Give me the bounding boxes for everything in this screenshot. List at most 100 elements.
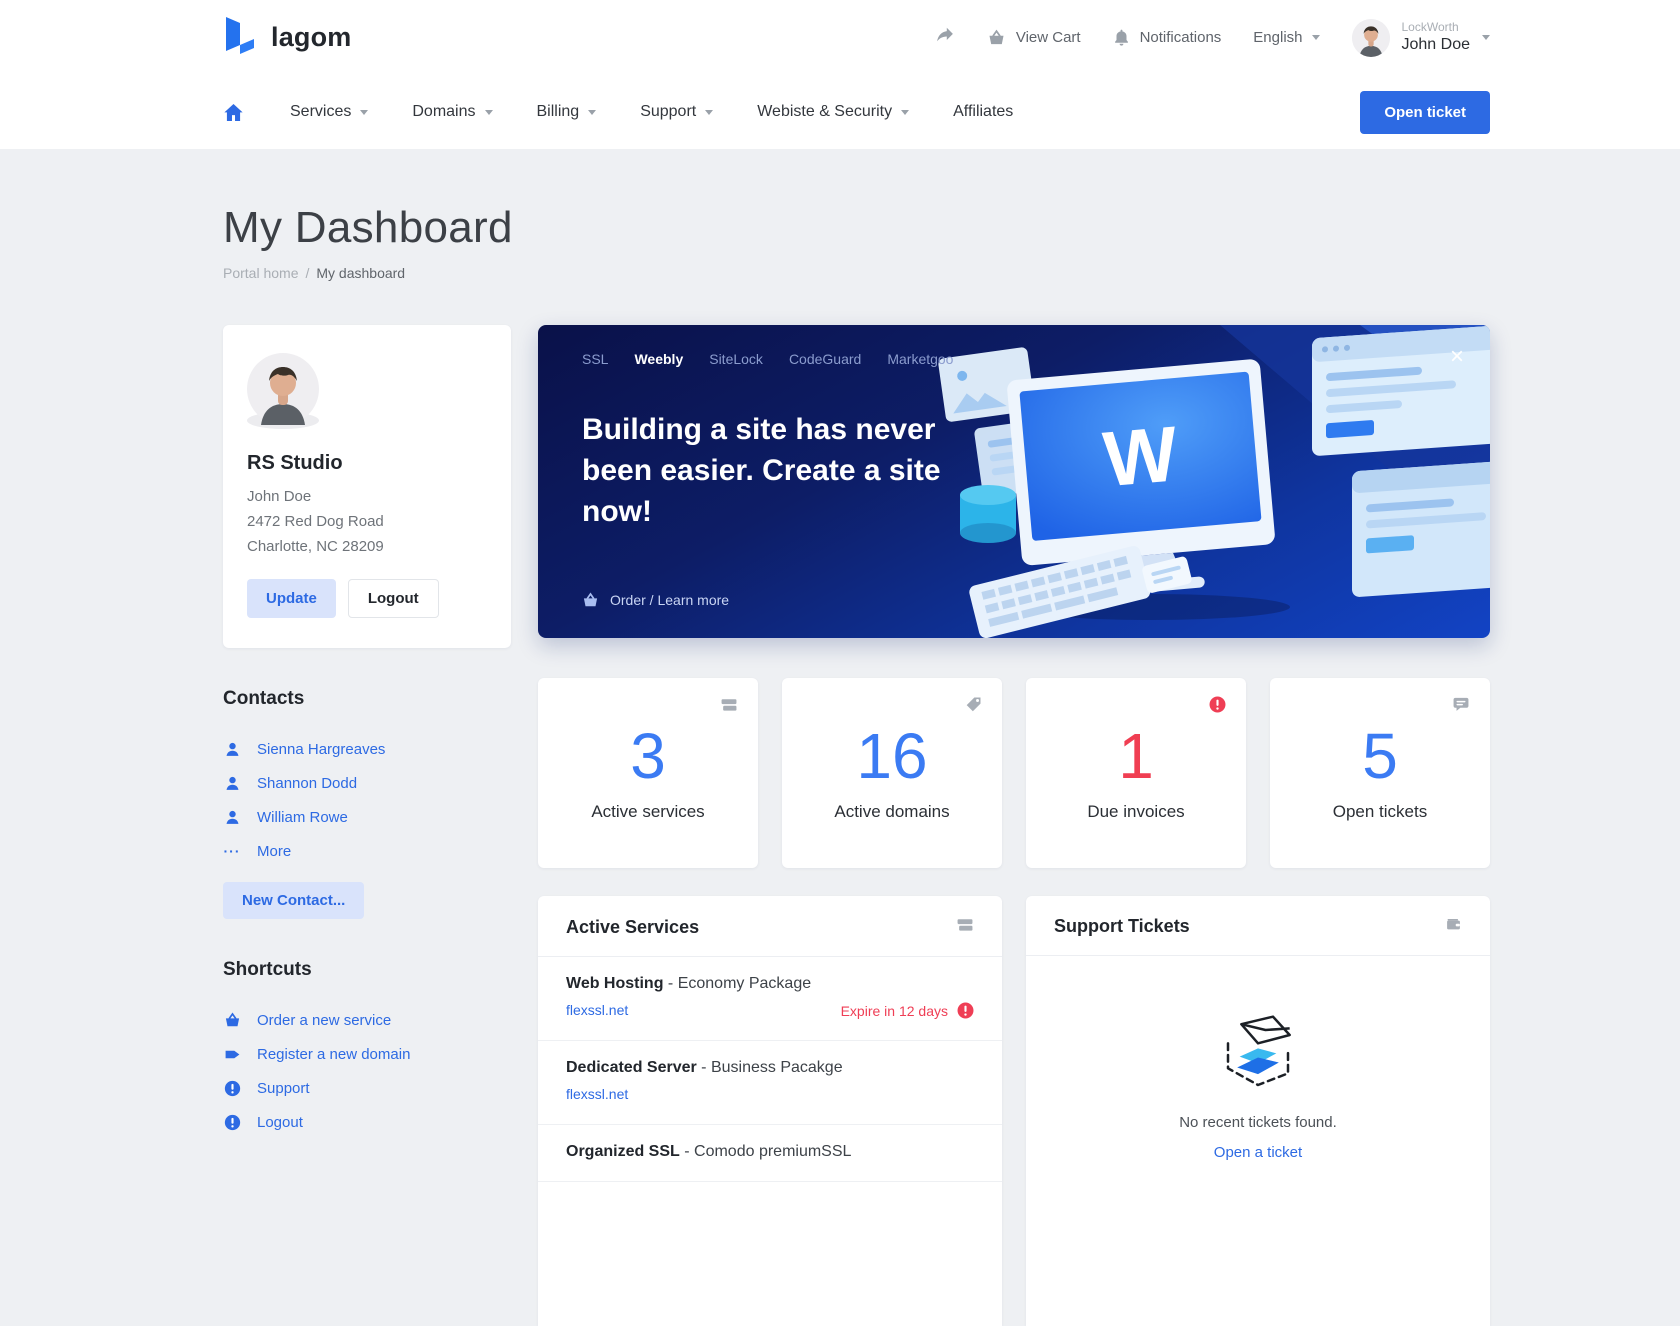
breadcrumb-current: My dashboard: [316, 265, 405, 281]
basket-icon: [582, 592, 599, 608]
home-icon: [223, 103, 244, 122]
service-row[interactable]: Dedicated Server - Business Pacakge flex…: [538, 1041, 1002, 1125]
banner-cta-link[interactable]: Order / Learn more: [582, 592, 729, 608]
shortcut-support[interactable]: Support: [223, 1071, 511, 1105]
shortcut-order-service[interactable]: Order a new service: [223, 1003, 511, 1037]
header: lagom View Cart Notifications English: [0, 0, 1680, 149]
active-services-panel: Active Services Web Hosting - Economy Pa…: [538, 896, 1002, 1326]
nav-item-website-security[interactable]: Webiste & Security: [757, 103, 909, 121]
stat-label: Open tickets: [1333, 802, 1428, 822]
page-title: My Dashboard: [223, 203, 1490, 253]
contact-link[interactable]: Shannon Dodd: [223, 766, 511, 800]
new-contact-button[interactable]: New Contact...: [223, 882, 364, 919]
promo-banner: W: [538, 325, 1490, 638]
svg-text:W: W: [1100, 409, 1181, 503]
update-button[interactable]: Update: [247, 579, 336, 618]
open-a-ticket-link[interactable]: Open a ticket: [1214, 1144, 1302, 1161]
tickets-empty-state: No recent tickets found. Open a ticket: [1026, 956, 1490, 1161]
stat-value: 1: [1118, 724, 1154, 788]
service-domain-link[interactable]: flexssl.net: [566, 1002, 628, 1018]
breadcrumb-home[interactable]: Portal home: [223, 265, 298, 281]
brand-name: lagom: [271, 22, 352, 53]
expiry-badge: Expire in 12 days: [841, 1002, 974, 1019]
stat-due-invoices[interactable]: 1 Due invoices: [1026, 678, 1246, 868]
stat-value: 5: [1362, 724, 1398, 788]
alert-circle-icon: [223, 1080, 241, 1097]
stat-value: 16: [856, 724, 927, 788]
banner-tab-codeguard[interactable]: CodeGuard: [789, 351, 861, 367]
close-icon[interactable]: ×: [1450, 345, 1464, 369]
view-cart-button[interactable]: View Cart: [987, 29, 1081, 46]
stat-open-tickets[interactable]: 5 Open tickets: [1270, 678, 1490, 868]
profile-company: RS Studio: [247, 452, 487, 475]
weebly-illustration: W: [930, 325, 1490, 638]
person-icon: [223, 809, 241, 826]
banner-tab-marketgoo[interactable]: Marketgoo: [887, 351, 953, 367]
chevron-down-icon: [901, 110, 909, 115]
bell-icon: [1113, 29, 1130, 47]
shortcuts-title: Shortcuts: [223, 959, 511, 981]
banner-tabs: SSL Weebly SiteLock CodeGuard Marketgoo: [582, 351, 953, 367]
lagom-logo-icon: [223, 15, 257, 60]
service-row[interactable]: Organized SSL - Comodo premiumSSL: [538, 1125, 1002, 1182]
server-icon: [956, 916, 974, 938]
user-company: LockWorth: [1402, 20, 1471, 35]
stat-label: Due invoices: [1087, 802, 1184, 822]
stat-active-services[interactable]: 3 Active services: [538, 678, 758, 868]
nav-item-support[interactable]: Support: [640, 103, 713, 121]
banner-tab-sitelock[interactable]: SiteLock: [709, 351, 763, 367]
page-content: My Dashboard Portal home / My dashboard …: [0, 149, 1680, 1326]
alert-circle-icon: [1209, 696, 1226, 718]
panel-title: Active Services: [566, 917, 699, 938]
open-ticket-button[interactable]: Open ticket: [1360, 91, 1490, 134]
chevron-down-icon: [705, 110, 713, 115]
profile-address-line2: Charlotte, NC 28209: [247, 534, 487, 559]
nav-item-domains[interactable]: Domains: [412, 103, 492, 121]
stat-label: Active services: [591, 802, 704, 822]
nav-home[interactable]: [223, 103, 244, 122]
main-column: W: [538, 325, 1490, 1326]
contact-link[interactable]: Sienna Hargreaves: [223, 732, 511, 766]
service-domain-link[interactable]: flexssl.net: [566, 1086, 628, 1102]
nav-item-billing[interactable]: Billing: [537, 103, 597, 121]
topbar-actions: View Cart Notifications English LockWort…: [935, 19, 1490, 57]
profile-avatar: [247, 412, 319, 429]
service-row[interactable]: Web Hosting - Economy Package flexssl.ne…: [538, 957, 1002, 1041]
alert-circle-icon: [223, 1114, 241, 1131]
empty-box-icon: [1218, 1010, 1298, 1090]
basket-icon: [987, 29, 1006, 46]
notifications-button[interactable]: Notifications: [1113, 29, 1222, 47]
banner-tab-ssl[interactable]: SSL: [582, 351, 608, 367]
alert-circle-icon: [957, 1002, 974, 1019]
contacts-more-link[interactable]: ··· More: [223, 834, 511, 868]
logout-button[interactable]: Logout: [348, 579, 439, 618]
user-menu[interactable]: LockWorth John Doe: [1352, 19, 1491, 57]
support-tickets-panel: Support Tickets No recen: [1026, 896, 1490, 1326]
stat-active-domains[interactable]: 16 Active domains: [782, 678, 1002, 868]
profile-card: RS Studio John Doe 2472 Red Dog Road Cha…: [223, 325, 511, 648]
person-icon: [223, 741, 241, 758]
panel-title: Support Tickets: [1054, 916, 1190, 937]
ellipsis-icon: ···: [223, 843, 241, 859]
brand-logo[interactable]: lagom: [223, 15, 352, 60]
share-icon[interactable]: [935, 26, 955, 49]
server-icon: [720, 696, 738, 718]
stat-value: 3: [630, 724, 666, 788]
contact-link[interactable]: William Rowe: [223, 800, 511, 834]
nav-item-affiliates[interactable]: Affiliates: [953, 103, 1013, 121]
person-icon: [223, 775, 241, 792]
banner-tab-weebly[interactable]: Weebly: [634, 351, 683, 367]
stats-row: 3 Active services 16 Active domains 1 Du…: [538, 678, 1490, 868]
empty-text: No recent tickets found.: [1179, 1114, 1337, 1131]
contacts-title: Contacts: [223, 688, 511, 710]
shortcut-register-domain[interactable]: Register a new domain: [223, 1037, 511, 1071]
comments-icon: [1452, 696, 1470, 718]
profile-address-line1: 2472 Red Dog Road: [247, 509, 487, 534]
profile-contact-name: John Doe: [247, 484, 487, 509]
banner-headline: Building a site has never been easier. C…: [582, 409, 978, 532]
nav-item-services[interactable]: Services: [290, 103, 368, 121]
language-selector[interactable]: English: [1253, 29, 1319, 46]
shortcut-logout[interactable]: Logout: [223, 1105, 511, 1139]
panels-row: Active Services Web Hosting - Economy Pa…: [538, 896, 1490, 1326]
chevron-down-icon: [485, 110, 493, 115]
